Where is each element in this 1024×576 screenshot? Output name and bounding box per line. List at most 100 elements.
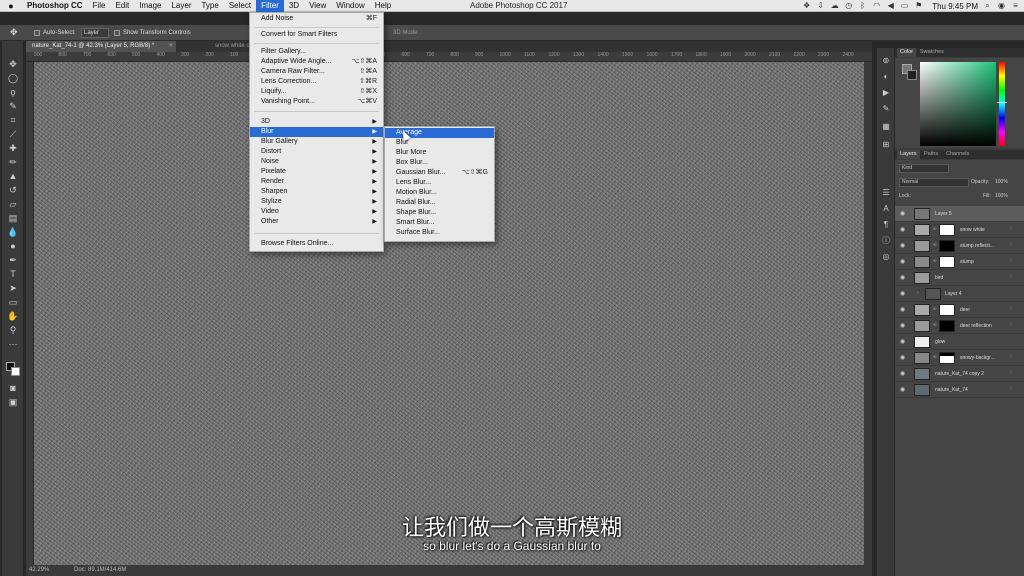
- menu-item-pixelate[interactable]: Pixelate ▶: [250, 167, 383, 177]
- background-color-swatch[interactable]: [11, 367, 20, 376]
- eye-icon[interactable]: ◉: [900, 370, 905, 378]
- submenu-item-surface-blur[interactable]: Surface Blur...: [385, 228, 494, 238]
- menu-window[interactable]: Window: [331, 0, 369, 12]
- menu-item-lens-correction[interactable]: Lens Correction... ⇧⌘R: [250, 77, 383, 87]
- eye-icon[interactable]: ◉: [900, 306, 905, 314]
- close-tab-icon[interactable]: ×: [169, 41, 173, 52]
- paragraph-icon[interactable]: ¶: [881, 220, 891, 230]
- menu-item-blur-gallery[interactable]: Blur Gallery ▶: [250, 137, 383, 147]
- layer-row[interactable]: ◉ Layer 5: [895, 206, 1024, 222]
- eye-icon[interactable]: ◉: [900, 226, 905, 234]
- color-picker-field[interactable]: [920, 62, 996, 146]
- stamp-icon[interactable]: ▲: [7, 171, 19, 181]
- brush-settings-icon[interactable]: ✎: [881, 104, 891, 114]
- submenu-item-blur-more[interactable]: Blur More: [385, 148, 494, 158]
- blur-tool-icon[interactable]: 💧: [7, 227, 19, 237]
- healing-icon[interactable]: ✚: [7, 143, 19, 153]
- layer-row[interactable]: ◉ ∞ stump reflecti... ◌: [895, 238, 1024, 254]
- eye-icon[interactable]: ◉: [900, 210, 905, 218]
- group-arrow-icon[interactable]: ›: [917, 290, 919, 297]
- submenu-item-smart-blur[interactable]: Smart Blur...: [385, 218, 494, 228]
- menu-edit[interactable]: Edit: [110, 0, 134, 12]
- layer-row[interactable]: ◉ ∞ deer reflection ◌: [895, 318, 1024, 334]
- fill-value[interactable]: 100%: [995, 192, 1008, 201]
- submenu-item-radial-blur[interactable]: Radial Blur...: [385, 198, 494, 208]
- submenu-item-blur[interactable]: Blur: [385, 138, 494, 148]
- menu-item-browse-filters-online[interactable]: Browse Filters Online...: [250, 239, 383, 249]
- canvas-scroll-edge[interactable]: [864, 62, 872, 565]
- layer-row[interactable]: ◉ nature_Kat_74 copy 2 ◌: [895, 366, 1024, 382]
- layer-row[interactable]: ◉ glow: [895, 334, 1024, 350]
- shape-icon[interactable]: ▭: [7, 297, 19, 307]
- properties-icon[interactable]: ☰: [881, 188, 891, 198]
- layer-row[interactable]: ◉ ∞ stump ◌: [895, 254, 1024, 270]
- eye-icon[interactable]: ◉: [900, 242, 905, 250]
- menu-item-render[interactable]: Render ▶: [250, 177, 383, 187]
- hue-slider[interactable]: [999, 62, 1005, 146]
- doc-size[interactable]: Doc: 89.1M/414.6M: [74, 567, 126, 574]
- layer-row[interactable]: ◉ ∞ snow white ◌: [895, 222, 1024, 238]
- layer-row[interactable]: ◉ ∞ deer ◌: [895, 302, 1024, 318]
- menu-item-liquify[interactable]: Liquify... ⇧⌘X: [250, 87, 383, 97]
- eye-icon[interactable]: ◉: [900, 338, 905, 346]
- menu-select[interactable]: Select: [224, 0, 256, 12]
- menu-view[interactable]: View: [304, 0, 331, 12]
- hue-slider-marker[interactable]: [997, 102, 1007, 103]
- submenu-item-motion-blur[interactable]: Motion Blur...: [385, 188, 494, 198]
- menu-item-camera-raw-filter[interactable]: Camera Raw Filter... ⇧⌘A: [250, 67, 383, 77]
- color-bg-swatch[interactable]: [907, 70, 917, 80]
- menubar-clock[interactable]: Thu 9:45 PM: [932, 2, 978, 11]
- menu-item-3d[interactable]: 3D ▶: [250, 117, 383, 127]
- opacity-value[interactable]: 100%: [995, 178, 1008, 187]
- submenu-item-lens-blur[interactable]: Lens Blur...: [385, 178, 494, 188]
- info-icon[interactable]: ⓘ: [881, 236, 891, 246]
- bluetooth-icon[interactable]: ᛒ: [858, 2, 867, 10]
- zoom-level[interactable]: 42.29%: [29, 567, 49, 574]
- menu-type[interactable]: Type: [196, 0, 223, 12]
- tab-color[interactable]: Color: [897, 48, 917, 57]
- menu-item-other[interactable]: Other ▶: [250, 217, 383, 227]
- quick-mask-icon[interactable]: ◙: [7, 383, 19, 393]
- menu-3d[interactable]: 3D: [284, 0, 304, 12]
- more-tools-icon[interactable]: ⋯: [7, 339, 19, 349]
- character-icon[interactable]: A: [881, 204, 891, 214]
- gradient-icon[interactable]: ▤: [7, 213, 19, 223]
- battery-icon[interactable]: ▭: [900, 2, 909, 10]
- search-icon[interactable]: ⌕: [983, 2, 992, 10]
- eye-icon[interactable]: ◉: [900, 258, 905, 266]
- menu-item-filter-gallery[interactable]: Filter Gallery...: [250, 47, 383, 57]
- eraser-icon[interactable]: ▱: [7, 199, 19, 209]
- move-tool-icon[interactable]: ✥: [10, 28, 18, 37]
- menu-app-name[interactable]: Photoshop CC: [22, 0, 88, 12]
- path-select-icon[interactable]: ➤: [7, 283, 19, 293]
- menu-item-video[interactable]: Video ▶: [250, 207, 383, 217]
- menu-item-stylize[interactable]: Stylize ▶: [250, 197, 383, 207]
- menu-help[interactable]: Help: [370, 0, 396, 12]
- time-machine-icon[interactable]: ◷: [844, 2, 853, 10]
- menu-item-adaptive-wide-angle[interactable]: Adaptive Wide Angle... ⌥⇧⌘A: [250, 57, 383, 67]
- brush-icon[interactable]: ✏: [7, 157, 19, 167]
- submenu-item-shape-blur[interactable]: Shape Blur...: [385, 208, 494, 218]
- download-icon[interactable]: ⇩: [816, 2, 825, 10]
- submenu-item-gaussian-blur[interactable]: Gaussian Blur... ⌥⇧⌘G: [385, 168, 494, 178]
- tab-paths[interactable]: Paths: [921, 150, 941, 159]
- layer-kind-filter[interactable]: Kind: [899, 164, 949, 173]
- swatches-icon[interactable]: ⊞: [881, 140, 891, 150]
- layer-row[interactable]: ◉ ∞ snowy-backgr... ◌: [895, 350, 1024, 366]
- menu-item-noise[interactable]: Noise ▶: [250, 157, 383, 167]
- list-icon[interactable]: ≡: [1011, 2, 1020, 10]
- history-brush-icon[interactable]: ↺: [7, 185, 19, 195]
- eye-icon[interactable]: ◉: [900, 386, 905, 394]
- adjustments-icon[interactable]: ◐: [881, 72, 891, 82]
- menu-item-convert-smart-filters[interactable]: Convert for Smart Filters: [250, 30, 383, 40]
- hand-icon[interactable]: ✋: [7, 311, 19, 321]
- tab-swatches[interactable]: Swatches: [917, 48, 947, 57]
- menu-item-sharpen[interactable]: Sharpen ▶: [250, 187, 383, 197]
- screen-mode-icon[interactable]: ▣: [7, 397, 19, 407]
- layer-row[interactable]: ◉ › Layer 4: [895, 286, 1024, 302]
- histogram-icon[interactable]: ▦: [881, 122, 891, 132]
- crop-icon[interactable]: ⌗: [7, 115, 19, 125]
- menu-filter[interactable]: Filter: [256, 0, 284, 12]
- wifi-icon[interactable]: ◠: [872, 2, 881, 10]
- layer-row[interactable]: ◉ bird ◌: [895, 270, 1024, 286]
